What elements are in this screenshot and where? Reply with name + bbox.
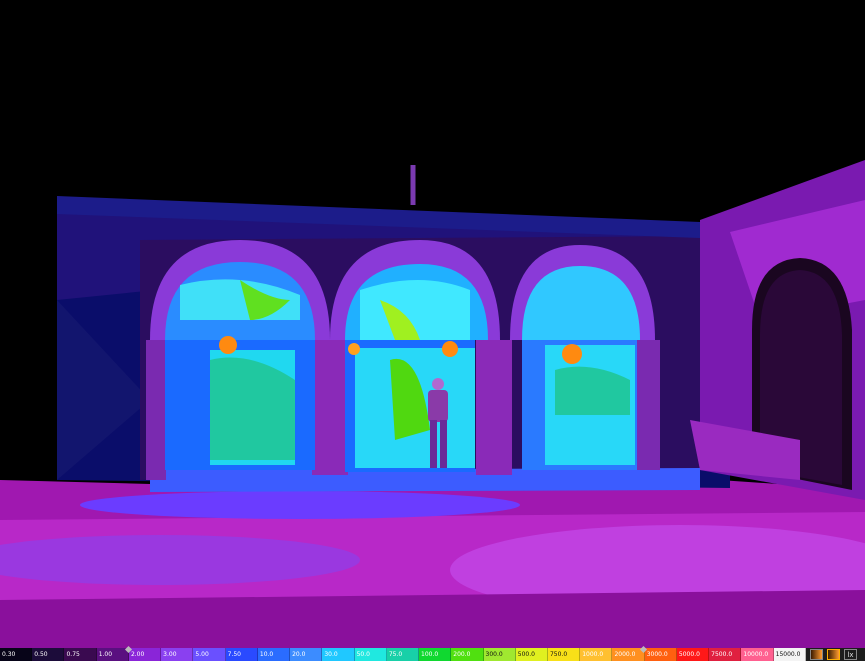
- legend-swatch: 500.0: [515, 648, 548, 661]
- legend-value-label: 750.0: [549, 651, 568, 658]
- legend-swatch: 75.0: [386, 648, 420, 661]
- legend-swatch: 100.0: [419, 648, 452, 661]
- legend-value-label: 200.0: [453, 651, 471, 658]
- legend-value-label: 100.0: [421, 651, 439, 658]
- legend-swatch: 10000.0: [741, 648, 774, 661]
- legend-swatch: 2.00: [128, 648, 162, 661]
- legend-value-label: 7.50: [227, 651, 241, 658]
- arch-middle: [330, 240, 500, 472]
- legend-value-label: 20.0: [292, 651, 306, 658]
- legend-value-label: 30.0: [324, 651, 338, 658]
- legend-value-label: 300.0: [485, 651, 503, 658]
- column-2: [312, 340, 348, 475]
- legend-value-label: 2.00: [130, 651, 145, 658]
- legend-value-label: 1.00: [98, 651, 113, 658]
- legend-swatch: 3.00: [161, 648, 194, 661]
- column-left: [146, 340, 166, 480]
- legend-value-label: 15000.0: [775, 651, 801, 658]
- color-scale: 0.30 0.50 0.75 1.00 2.00 3.00 5.00 7.50 10.0 20.0…: [0, 648, 806, 661]
- legend-value-label: 0.30: [2, 651, 16, 658]
- legend-value-label: 0.75: [66, 651, 80, 658]
- palette-tool[interactable]: [827, 649, 840, 660]
- legend-swatch: 3000.0: [644, 648, 677, 661]
- legend-value-label: 75.0: [388, 651, 403, 658]
- legend-swatch: 7.50: [225, 648, 258, 661]
- legend-swatch: 200.0: [451, 648, 484, 661]
- legend-value-label: 0.50: [34, 651, 48, 658]
- legend-value-label: 7500.0: [711, 651, 733, 658]
- legend-value-label: 50.0: [356, 651, 370, 658]
- arch-left: [150, 240, 330, 470]
- lux-tool[interactable]: lx: [844, 649, 857, 660]
- legend-swatch: 1.00: [96, 648, 129, 661]
- legend-value-label: 3000.0: [646, 651, 668, 658]
- legend-swatch: 300.0: [483, 648, 516, 661]
- legend-value-label: 10000.0: [743, 651, 769, 658]
- legend-value-label: 5000.0: [678, 651, 700, 658]
- legend-swatch: 30.0: [322, 648, 355, 661]
- legend-value-label: 500.0: [517, 651, 535, 658]
- legend-swatch: 20.0: [290, 648, 323, 661]
- legend-swatch: 50.0: [354, 648, 387, 661]
- legend-swatch: 1000.0: [580, 648, 613, 661]
- legend-swatch: 10.0: [257, 648, 291, 661]
- legend-value-label: 10.0: [259, 651, 274, 658]
- legend-swatch: 5000.0: [676, 648, 710, 661]
- legend-value-label: 5.00: [195, 651, 209, 658]
- legend-swatch: 15000.0: [773, 648, 806, 661]
- gradient-tool[interactable]: [810, 649, 823, 660]
- column-3: [476, 340, 512, 475]
- false-color-render-viewport[interactable]: [0, 0, 865, 648]
- legend-value-label: 2000.0: [614, 651, 636, 658]
- arch-right: [510, 245, 655, 470]
- legend-tools: lx: [806, 648, 865, 661]
- legend-swatch: 0.50: [32, 648, 65, 661]
- legend-swatch: 0.30: [0, 648, 33, 661]
- legend-swatch: 750.0: [547, 648, 581, 661]
- legend-swatch: 7500.0: [709, 648, 742, 661]
- legend-value-label: 3.00: [163, 651, 177, 658]
- legend-value-label: 1000.0: [582, 651, 604, 658]
- legend-swatch: 0.75: [64, 648, 97, 661]
- false-color-legend: 0.30 0.50 0.75 1.00 2.00 3.00 5.00 7.50 10.0 20.0…: [0, 645, 865, 661]
- legend-swatch: 5.00: [193, 648, 226, 661]
- column-right: [636, 340, 660, 470]
